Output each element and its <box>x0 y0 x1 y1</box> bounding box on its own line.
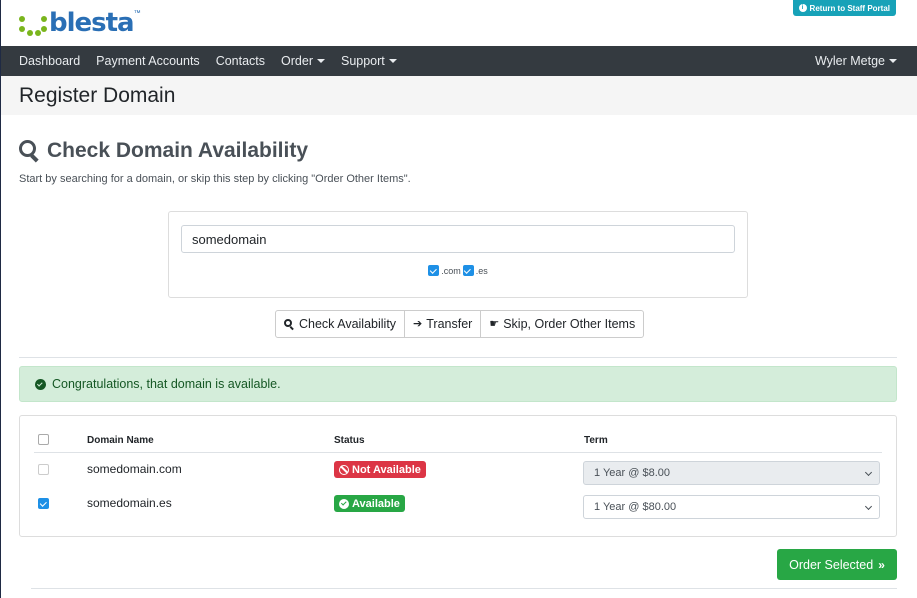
page-title: Register Domain <box>19 84 176 107</box>
tld-options: .com .es <box>169 265 747 276</box>
domain-search-input[interactable] <box>181 225 735 253</box>
check-availability-label: Check Availability <box>299 317 397 331</box>
domain-search-card: .com .es <box>168 211 748 298</box>
chevron-down-icon <box>864 502 873 511</box>
check-circle-icon <box>35 378 46 390</box>
domain-name: somedomain.es <box>87 496 172 510</box>
tld-es-label: .es <box>475 265 488 276</box>
nav-contacts-label: Contacts <box>215 54 266 68</box>
domain-name: somedomain.com <box>87 462 182 476</box>
select-all-checkbox[interactable] <box>38 434 49 445</box>
transfer-label: Transfer <box>426 317 473 331</box>
return-to-staff-portal-button[interactable]: i Return to Staff Portal <box>792 0 896 16</box>
section-subtitle: Start by searching for a domain, or skip… <box>19 173 411 185</box>
user-menu[interactable]: Wyler Metge <box>815 54 897 68</box>
order-selected-button[interactable]: Order Selected » <box>777 549 897 580</box>
nav-item-payment-accounts[interactable]: Payment Accounts <box>96 54 200 68</box>
row-checkbox-somedomain-es[interactable] <box>38 498 49 509</box>
term-value: 1 Year @ $80.00 <box>594 501 677 513</box>
info-icon: i <box>798 4 807 12</box>
tld-es-checkbox[interactable] <box>462 265 474 276</box>
search-actions: Check Availability ➔ Transfer ☛ Skip, Or… <box>275 310 645 338</box>
page-title-bar: Register Domain <box>1 76 917 115</box>
section-title: Check Domain Availability <box>47 139 309 162</box>
logo-dots-icon <box>17 10 47 36</box>
user-name: Wyler Metge <box>814 54 885 68</box>
skip-order-other-items-label: Skip, Order Other Items <box>503 317 636 331</box>
section-heading: Check Domain Availability <box>19 139 308 163</box>
nav-item-support[interactable]: Support <box>341 54 397 68</box>
transfer-button[interactable]: ➔ Transfer <box>405 311 482 337</box>
divider <box>19 357 897 358</box>
nav-order-label: Order <box>281 54 313 68</box>
logo-trademark: ™ <box>133 10 141 17</box>
nav-payment-accounts-label: Payment Accounts <box>96 54 200 68</box>
term-value: 1 Year @ $8.00 <box>594 467 671 479</box>
top-header: blesta ™ i Return to Staff Portal <box>1 0 917 46</box>
row-checkbox-somedomain-com[interactable] <box>38 464 49 475</box>
nav-item-order[interactable]: Order <box>281 54 325 68</box>
skip-order-other-items-button[interactable]: ☛ Skip, Order Other Items <box>481 311 643 337</box>
term-select-somedomain-es[interactable]: 1 Year @ $80.00 <box>583 495 880 519</box>
status-badge-available: Available <box>334 495 405 512</box>
logo-text: blesta <box>49 8 135 38</box>
search-icon <box>284 318 295 330</box>
header-divider <box>34 452 882 453</box>
column-header-term: Term <box>584 435 608 446</box>
caret-down-icon <box>316 59 325 63</box>
sign-in-icon: ➔ <box>413 317 423 330</box>
search-icon <box>19 140 41 163</box>
alert-message: Congratulations, that domain is availabl… <box>52 377 281 391</box>
column-header-domain: Domain Name <box>87 435 154 446</box>
tld-com-label: .com <box>441 265 461 276</box>
status-badge-not-available: Not Available <box>334 461 426 478</box>
chevron-down-icon <box>864 468 873 477</box>
domain-results-table: Domain Name Status Term somedomain.com N… <box>19 415 897 537</box>
nav-item-contacts[interactable]: Contacts <box>216 54 265 68</box>
order-selected-label: Order Selected <box>789 557 874 572</box>
hand-point-right-icon: ☛ <box>489 317 500 330</box>
divider <box>31 588 897 589</box>
status-label: Available <box>352 497 400 510</box>
caret-down-icon <box>889 59 897 63</box>
nav-item-dashboard[interactable]: Dashboard <box>19 54 80 68</box>
term-select-somedomain-com[interactable]: 1 Year @ $8.00 <box>583 461 880 485</box>
return-to-staff-portal-label: Return to Staff Portal <box>809 3 890 13</box>
nav-dashboard-label: Dashboard <box>19 54 81 68</box>
blesta-logo[interactable]: blesta ™ <box>17 8 141 38</box>
ban-icon <box>339 464 349 475</box>
status-label: Not Available <box>352 463 421 476</box>
caret-down-icon <box>388 59 397 63</box>
double-chevron-right-icon: » <box>878 557 885 572</box>
nav-support-label: Support <box>340 54 385 68</box>
check-availability-button[interactable]: Check Availability <box>276 311 406 337</box>
tld-com-checkbox[interactable] <box>428 265 440 276</box>
check-circle-icon <box>339 498 349 509</box>
availability-alert: Congratulations, that domain is availabl… <box>19 366 897 402</box>
column-header-status: Status <box>334 435 365 446</box>
main-navbar: Dashboard Payment Accounts Contacts Orde… <box>1 46 917 76</box>
